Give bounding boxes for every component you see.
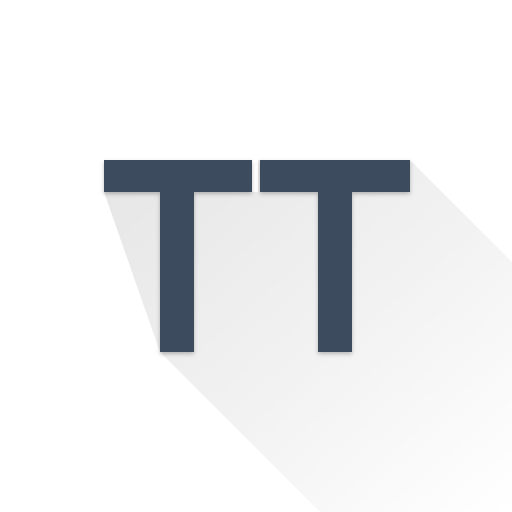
app-icon-canvas: TT	[0, 0, 512, 512]
right-t-bar	[260, 160, 410, 192]
left-t-stem	[160, 192, 194, 352]
right-t-stem	[318, 192, 352, 352]
tt-letters-icon	[0, 0, 512, 512]
left-t-bar	[104, 160, 252, 192]
